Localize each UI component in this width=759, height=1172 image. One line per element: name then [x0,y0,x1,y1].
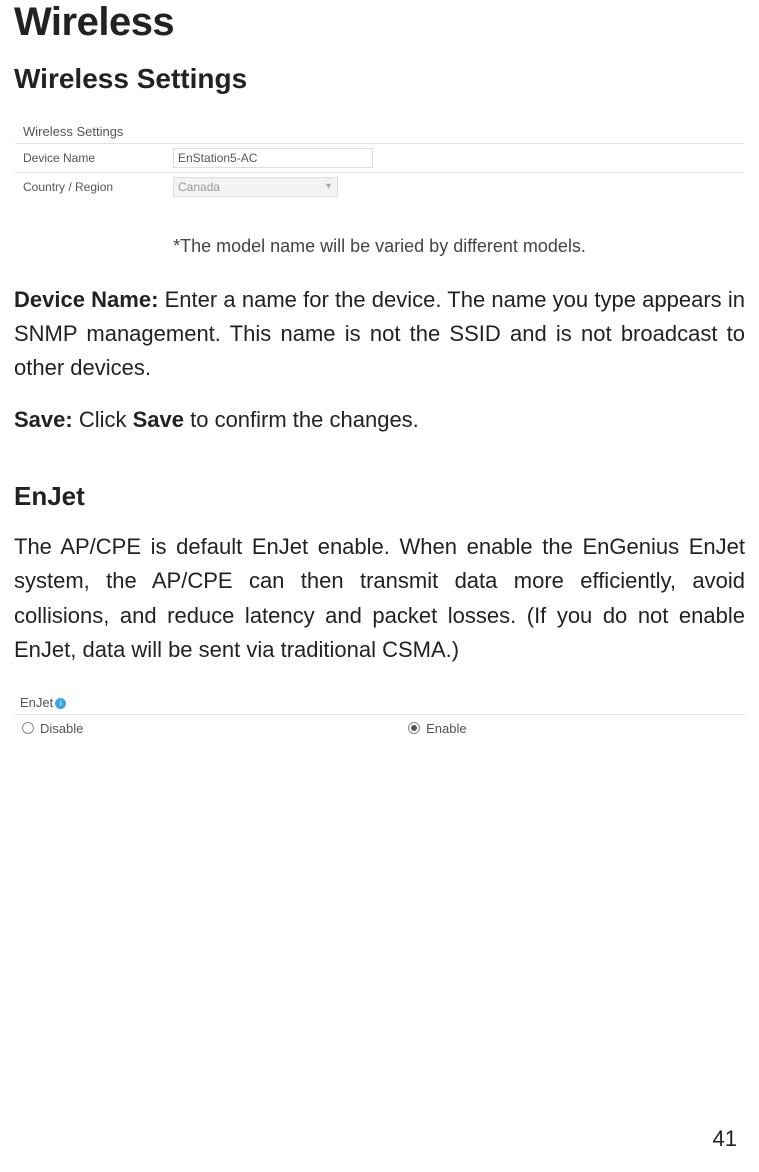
save-term: Save: [14,407,73,432]
info-icon: i [55,698,66,709]
option-label: Disable [40,721,83,736]
screenshot-header: Wireless Settings [15,118,744,143]
document-page: Wireless Wireless Settings Wireless Sett… [0,0,759,1172]
save-bold: Save [133,407,184,432]
save-post: to confirm the changes. [184,407,419,432]
device-name-input[interactable] [173,148,373,168]
device-name-paragraph: Device Name: Enter a name for the device… [14,283,745,385]
device-name-cell [165,144,744,173]
section-heading-wireless-settings: Wireless Settings [14,63,745,95]
device-name-label: Device Name [15,144,165,173]
enjet-screenshot: EnJeti Disable Enable [14,691,745,742]
country-region-label: Country / Region [15,173,165,202]
table-row: Device Name [15,144,744,173]
enjet-paragraph: The AP/CPE is default EnJet enable. When… [14,530,745,666]
enjet-option-disable[interactable]: Disable [22,721,408,736]
country-region-cell: Canada [165,173,744,202]
enjet-header-text: EnJet [20,695,53,710]
table-row: Country / Region Canada [15,173,744,202]
save-paragraph: Save: Click Save to confirm the changes. [14,403,745,437]
device-name-term: Device Name: [14,287,158,312]
settings-table: Device Name Country / Region Canada [15,143,744,201]
wireless-settings-screenshot: Wireless Settings Device Name Country / … [14,117,745,202]
enjet-options-row: Disable Enable [14,715,745,742]
enjet-option-enable[interactable]: Enable [408,721,466,736]
enjet-screenshot-header: EnJeti [14,691,745,715]
page-number: 41 [713,1126,737,1152]
option-label: Enable [426,721,466,736]
model-footnote: *The model name will be varied by differ… [14,236,745,257]
radio-icon [408,722,420,734]
save-pre: Click [73,407,133,432]
page-title: Wireless [14,0,745,45]
radio-icon [22,722,34,734]
country-region-select[interactable]: Canada [173,177,338,197]
section-heading-enjet: EnJet [14,481,745,512]
